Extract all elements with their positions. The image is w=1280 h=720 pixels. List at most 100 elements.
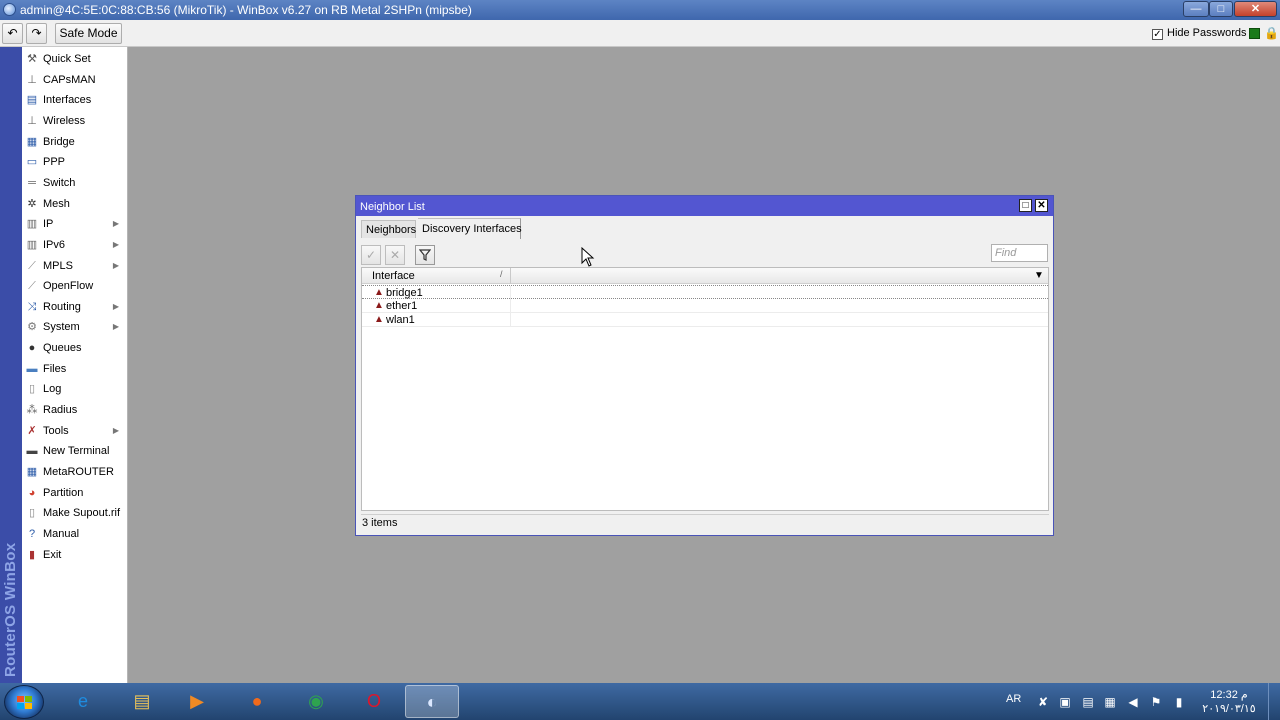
tab-neighbors[interactable]: Neighbors <box>361 220 416 238</box>
sidebar-item-capsman[interactable]: ⊥ CAPsMAN <box>22 70 127 90</box>
sidebar-item-system[interactable]: ⚙ System ▶ <box>22 317 127 337</box>
sidebar-menu: ⚒ Quick Set ⊥ CAPsMAN ▤ Interfaces ⊥ Wireless ▦ B… <box>22 47 128 683</box>
sidebar-item-metarouter[interactable]: ▦ MetaROUTER <box>22 462 127 482</box>
neighbor-list-title: Neighbor List <box>360 201 425 213</box>
sidebar-item-label: Wireless <box>43 114 86 127</box>
undo-button[interactable]: ↶ <box>2 23 23 44</box>
tray-device-icon[interactable]: ▦ <box>1103 695 1117 709</box>
radius-icon: ⁂ <box>26 404 38 417</box>
sidebar-item-mpls[interactable]: ⟋ MPLS ▶ <box>22 256 127 276</box>
lock-icon: 🔒 <box>1264 26 1279 40</box>
brand-strip: RouterOS WinBox <box>0 47 22 683</box>
sidebar-item-new-terminal[interactable]: ▬ New Terminal <box>22 441 127 461</box>
sidebar-item-interfaces[interactable]: ▤ Interfaces <box>22 90 127 110</box>
clock-time: 12:32 م <box>1210 689 1248 701</box>
find-input[interactable]: Find <box>991 244 1048 262</box>
taskbar-media-player-icon[interactable]: ▶ <box>170 685 224 718</box>
table-row[interactable]: ▲ bridge1 <box>362 285 1048 300</box>
tab-discovery-interfaces[interactable]: Discovery Interfaces <box>418 218 522 239</box>
volume-icon[interactable]: ◀ <box>1126 695 1140 709</box>
cell-separator <box>510 299 511 313</box>
window-maximize-icon[interactable]: □ <box>1019 199 1032 212</box>
safe-mode-button[interactable]: Safe Mode <box>55 23 122 44</box>
disable-icon[interactable]: ✕ <box>385 245 405 265</box>
signal-icon[interactable]: ▮ <box>1172 695 1186 709</box>
tray-keyboard-icon[interactable]: ▤ <box>1081 695 1095 709</box>
clock[interactable]: 12:32 م ٢٠١٩/٠٣/١٥ <box>1196 688 1262 716</box>
mpls-icon: ⟋ <box>28 259 36 272</box>
sidebar-item-ip[interactable]: ▥ IP ▶ <box>22 214 127 234</box>
sidebar-item-label: Files <box>43 362 67 375</box>
table-header: Interface / ▼ <box>362 268 1048 284</box>
sidebar-item-exit[interactable]: ▮ Exit <box>22 545 127 565</box>
partition-icon: ◕ <box>28 486 36 499</box>
window-close-icon[interactable]: ✕ <box>1035 199 1048 212</box>
close-button[interactable]: ✕ <box>1234 1 1277 17</box>
sidebar-item-openflow[interactable]: ⟋ OpenFlow <box>22 276 127 296</box>
interface-icon: ▲ <box>374 314 384 325</box>
sidebar-item-radius[interactable]: ⁂ Radius <box>22 400 127 420</box>
sidebar-item-tools[interactable]: ✗ Tools ▶ <box>22 421 127 441</box>
action-center-flag-icon[interactable]: ⚑ <box>1149 695 1163 709</box>
sidebar-item-make-supout-rif[interactable]: ▯ Make Supout.rif <box>22 503 127 523</box>
window-title: admin@4C:5E:0C:88:CB:56 (MikroTik) - Win… <box>20 3 472 17</box>
sidebar-item-label: MPLS <box>43 259 73 272</box>
column-dropdown-icon[interactable]: ▼ <box>1034 270 1044 281</box>
filter-icon[interactable] <box>415 245 435 265</box>
routing-icon: ⤨ <box>27 300 37 313</box>
submenu-arrow-icon: ▶ <box>112 260 119 270</box>
sidebar-item-bridge[interactable]: ▦ Bridge <box>22 132 127 152</box>
sidebar-item-ppp[interactable]: ▭ PPP <box>22 152 127 172</box>
sidebar-item-switch[interactable]: ═ Switch <box>22 173 127 193</box>
sidebar-item-mesh[interactable]: ✲ Mesh <box>22 194 127 214</box>
minimize-button[interactable]: — <box>1183 1 1209 17</box>
column-separator[interactable] <box>510 268 511 284</box>
table-row[interactable]: ▲ ether1 <box>362 299 1048 313</box>
neighbor-list-title-bar[interactable]: Neighbor List □ ✕ <box>356 196 1053 216</box>
mouse-cursor-icon <box>581 247 595 267</box>
sidebar-item-manual[interactable]: ? Manual <box>22 524 127 544</box>
sidebar-item-queues[interactable]: ● Queues <box>22 338 127 358</box>
main-toolbar: ↶ ↷ Safe Mode ✓ Hide Passwords <box>0 20 1280 47</box>
show-desktop-button[interactable] <box>1268 683 1280 720</box>
hide-passwords-toggle[interactable]: ✓ Hide Passwords <box>1152 27 1246 40</box>
network-warning-icon[interactable]: ✘ <box>1036 695 1050 709</box>
bridge-icon: ▦ <box>26 135 38 148</box>
taskbar-winbox-icon[interactable]: ◐ <box>405 685 459 718</box>
sidebar-item-label: Interfaces <box>43 94 92 107</box>
sidebar-item-routing[interactable]: ⤨ Routing ▶ <box>22 297 127 317</box>
taskbar-chrome-icon[interactable]: ◉ <box>289 685 343 718</box>
capsman-icon: ⊥ <box>27 73 37 86</box>
enable-icon[interactable]: ✓ <box>361 245 381 265</box>
sidebar-item-label: Queues <box>43 342 82 355</box>
interface-cell: ether1 <box>386 300 418 312</box>
taskbar-internet-explorer-icon[interactable]: e <box>56 685 110 718</box>
sidebar-item-ipv6[interactable]: ▥ IPv6 ▶ <box>22 235 127 255</box>
wireless-icon: ⊥ <box>27 114 37 127</box>
cell-separator <box>510 313 511 327</box>
sidebar-item-files[interactable]: ▬ Files <box>22 359 127 379</box>
taskbar-opera-icon[interactable]: O <box>347 685 401 718</box>
taskbar-file-explorer-icon[interactable]: ▤ <box>115 685 169 718</box>
sidebar-item-label: Manual <box>43 527 80 540</box>
language-indicator[interactable]: AR <box>1006 693 1021 705</box>
column-header-interface[interactable]: Interface <box>372 270 415 282</box>
sidebar-item-log[interactable]: ▯ Log <box>22 379 127 399</box>
start-button[interactable] <box>4 685 44 719</box>
hide-passwords-checkbox[interactable]: ✓ <box>1152 29 1163 40</box>
taskbar-firefox-icon[interactable]: ● <box>230 685 284 718</box>
exit-icon: ▮ <box>28 548 36 561</box>
redo-button[interactable]: ↷ <box>26 23 47 44</box>
sidebar-item-label: Exit <box>43 548 62 561</box>
log-icon: ▯ <box>28 383 36 396</box>
sidebar-item-wireless[interactable]: ⊥ Wireless <box>22 111 127 131</box>
tray-app-icon[interactable]: ▣ <box>1058 695 1072 709</box>
ipv6-icon: ▥ <box>26 238 38 251</box>
clock-date: ٢٠١٩/٠٣/١٥ <box>1202 703 1256 715</box>
table-row[interactable]: ▲ wlan1 <box>362 313 1048 327</box>
neighbor-list-window: Neighbor List □ ✕ Neighbors Discovery In… <box>355 195 1054 536</box>
window-title-bar[interactable]: admin@4C:5E:0C:88:CB:56 (MikroTik) - Win… <box>0 0 1280 20</box>
maximize-button[interactable]: □ <box>1209 1 1233 17</box>
sidebar-item-partition[interactable]: ◕ Partition <box>22 483 127 503</box>
sidebar-item-quick-set[interactable]: ⚒ Quick Set <box>22 49 127 69</box>
